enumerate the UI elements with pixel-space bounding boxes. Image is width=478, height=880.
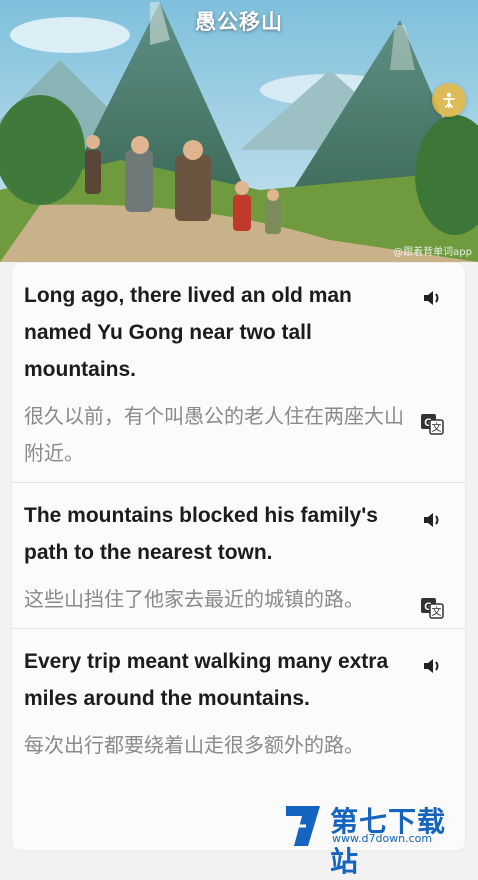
sentence-english: Every trip meant walking many extra mile… — [24, 650, 389, 710]
image-watermark: @跟着背单词app — [393, 247, 472, 258]
floating-action-button[interactable] — [432, 83, 466, 117]
svg-text:文: 文 — [432, 421, 442, 434]
site-logo-url: www.d7down.com — [332, 832, 433, 845]
speaker-icon[interactable] — [421, 655, 443, 677]
speaker-icon[interactable] — [421, 509, 443, 531]
mountain-scene-image — [0, 0, 478, 262]
translate-icon[interactable]: G 文 — [419, 411, 445, 437]
sentence-item: The mountains blocked his family's path … — [12, 483, 465, 629]
sentence-chinese: 这些山挡住了他家去最近的城镇的路。 — [24, 587, 364, 611]
sentence-item: Long ago, there lived an old man named Y… — [12, 263, 465, 483]
download-site-logo-icon — [286, 806, 320, 846]
speaker-icon[interactable] — [421, 287, 443, 309]
sentence-english: The mountains blocked his family's path … — [24, 504, 378, 564]
sentence-item: Every trip meant walking many extra mile… — [12, 629, 465, 774]
person-icon — [443, 92, 455, 108]
story-title: 愚公移山 — [195, 10, 283, 34]
sentence-chinese: 每次出行都要绕着山走很多额外的路。 — [24, 733, 364, 757]
story-illustration: 愚公移山 @跟着背单词app — [0, 0, 478, 262]
translate-icon[interactable]: G 文 — [419, 595, 445, 621]
svg-text:文: 文 — [432, 605, 442, 618]
sentence-list: Long ago, there lived an old man named Y… — [12, 263, 465, 850]
sentence-chinese: 很久以前，有个叫愚公的老人住在两座大山附近。 — [24, 404, 404, 465]
site-watermark-logo: 第七下载站 www.d7down.com — [282, 800, 472, 878]
sentence-english: Long ago, there lived an old man named Y… — [24, 284, 352, 381]
